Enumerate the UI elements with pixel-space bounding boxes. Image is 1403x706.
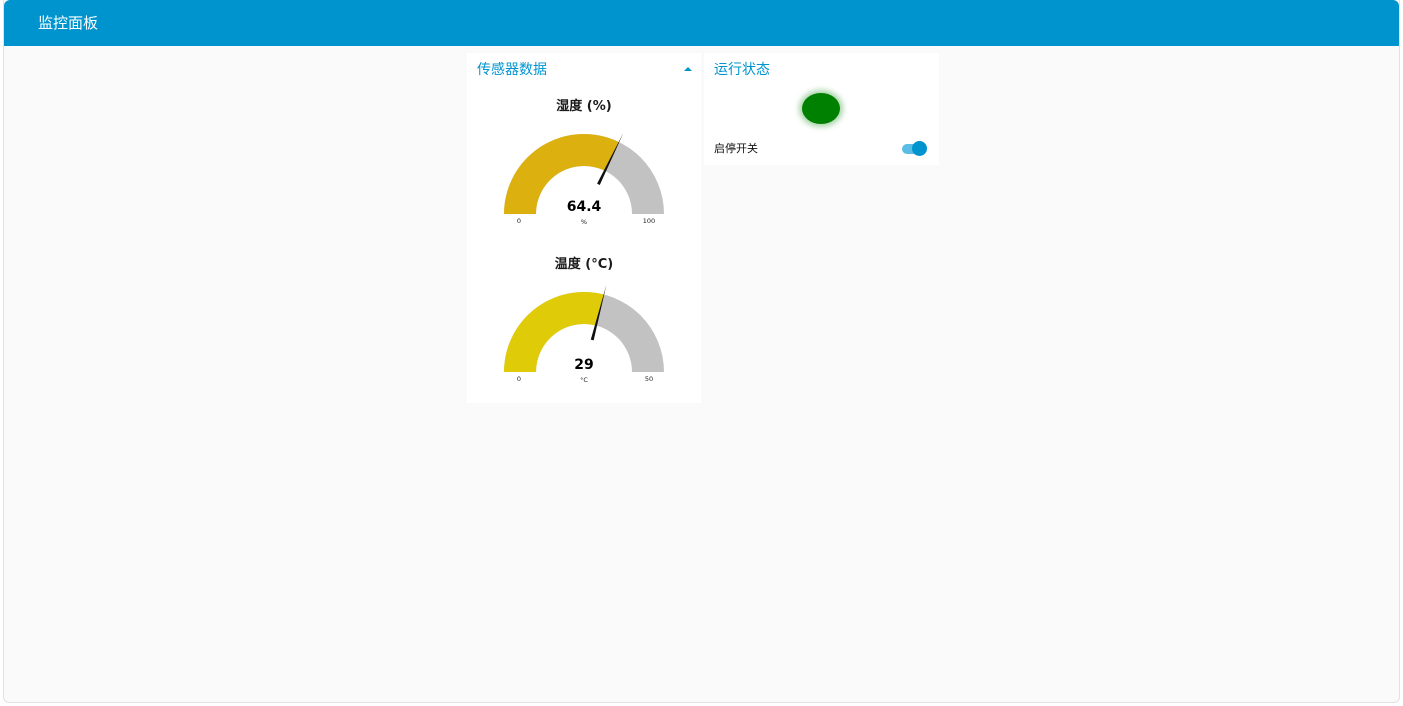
- status-card-title: 运行状态: [714, 62, 770, 78]
- start-stop-switch-label: 启停开关: [714, 142, 758, 155]
- dashboard-toolbar: 监控面板: [4, 0, 1399, 46]
- humidity-gauge-title: 湿度 (%): [556, 99, 612, 114]
- humidity-gauge: 64.4 % 0 100: [504, 133, 664, 226]
- sensor-card-title[interactable]: 传感器数据: [477, 61, 547, 79]
- humidity-unit: %: [581, 218, 587, 226]
- humidity-max-label: 100: [643, 217, 655, 225]
- dashboard-window: 监控面板 传感器数据 湿度 (%) 64.4 % 0 100 温度 (°C) 2…: [3, 0, 1400, 703]
- toggle-thumb[interactable]: [912, 141, 927, 156]
- humidity-min-label: 0: [517, 217, 521, 225]
- temperature-unit: °C: [580, 376, 588, 384]
- humidity-gauge-fill: [504, 133, 619, 214]
- start-stop-toggle[interactable]: [900, 140, 928, 158]
- dashboard-title: 监控面板: [38, 14, 99, 32]
- caret-up-icon[interactable]: [681, 62, 695, 76]
- run-status-card: 运行状态 启停开关: [704, 53, 939, 165]
- status-led-indicator: [802, 93, 840, 124]
- humidity-value: 64.4: [567, 199, 602, 215]
- temperature-value: 29: [574, 357, 593, 373]
- temperature-max-label: 50: [645, 375, 653, 383]
- sensor-data-card: 传感器数据 湿度 (%) 64.4 % 0 100 温度 (°C) 29 °C …: [467, 53, 701, 403]
- temperature-gauge-title: 温度 (°C): [554, 257, 614, 272]
- temperature-min-label: 0: [517, 375, 521, 383]
- temperature-gauge: 29 °C 0 50: [504, 284, 664, 384]
